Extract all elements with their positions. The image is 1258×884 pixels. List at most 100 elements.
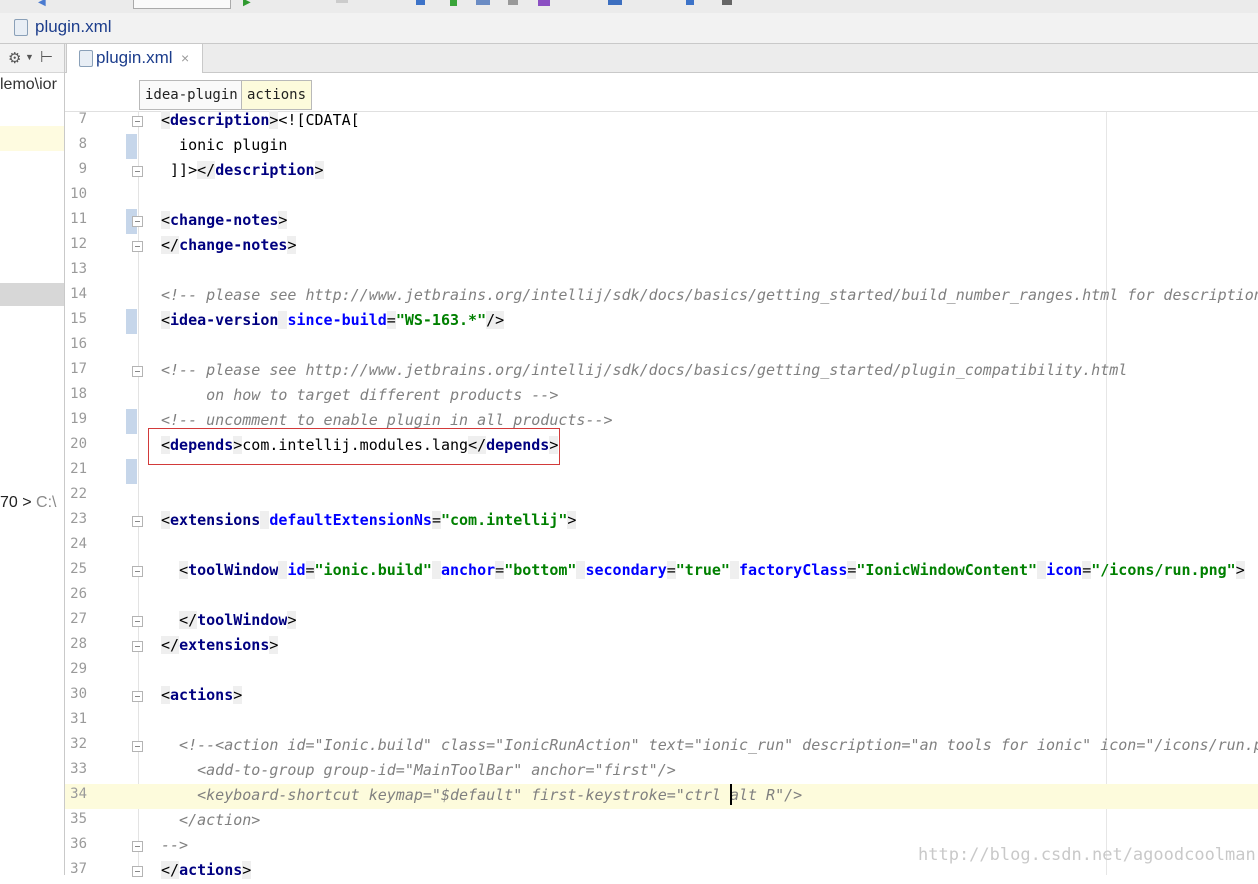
fold-toggle-icon[interactable] <box>132 866 143 877</box>
settings-icon[interactable] <box>508 0 518 5</box>
code-line[interactable]: 26 <box>65 584 1258 609</box>
code-token: "com.intellij" <box>440 511 568 529</box>
line-number: 10 <box>70 186 87 202</box>
code-line[interactable]: 14 <!-- please see http://www.jetbrains.o… <box>65 284 1258 309</box>
help-icon[interactable] <box>686 0 694 5</box>
change-marker[interactable] <box>126 134 137 159</box>
fold-toggle-icon[interactable] <box>132 841 143 852</box>
change-marker[interactable] <box>126 459 137 484</box>
project-path-text: lemo\ior <box>0 76 57 93</box>
code-token: --> <box>161 836 189 854</box>
code-line[interactable]: 30 <actions> <box>65 684 1258 709</box>
terminal-icon[interactable] <box>608 0 622 5</box>
code-line[interactable]: 31 <box>65 709 1258 734</box>
code-token: > <box>287 236 297 254</box>
line-number: 23 <box>70 511 87 527</box>
code-line[interactable]: 24 <box>65 534 1258 559</box>
code-token: id <box>287 561 306 579</box>
code-token <box>431 561 441 579</box>
code-line[interactable]: 23 <extensions defaultExtensionNs="com.in… <box>65 509 1258 534</box>
fold-toggle-icon[interactable] <box>132 516 143 527</box>
fold-toggle-icon[interactable] <box>132 216 143 227</box>
code-token: change-notes <box>170 211 279 229</box>
fold-toggle-icon[interactable] <box>132 741 143 752</box>
run-config-select[interactable] <box>133 0 231 9</box>
vcs-commit-icon[interactable] <box>450 0 457 6</box>
code-token: "WS-163.*" <box>395 311 487 329</box>
project-tree-row-highlighted[interactable] <box>0 126 64 151</box>
line-number: 33 <box>70 761 87 777</box>
line-number: 34 <box>70 786 87 802</box>
breadcrumb-idea-plugin[interactable]: idea-plugin <box>139 80 244 110</box>
code-line[interactable]: 9 ]]></description> <box>65 159 1258 184</box>
code-line[interactable]: 29 <box>65 659 1258 684</box>
line-number: 16 <box>70 336 87 352</box>
code-line[interactable]: 18 on how to target different products -… <box>65 384 1258 409</box>
change-marker[interactable] <box>126 409 137 434</box>
code-line[interactable]: 28 </extensions> <box>65 634 1258 659</box>
fold-toggle-icon[interactable] <box>132 691 143 702</box>
structure-icon[interactable] <box>476 0 490 5</box>
code-line[interactable]: 10 <box>65 184 1258 209</box>
code-token: <add-to-group group-id="MainToolBar" anc… <box>161 761 676 779</box>
nav-file-label[interactable]: plugin.xml <box>35 17 112 37</box>
fold-toggle-icon[interactable] <box>132 241 143 252</box>
fold-toggle-icon[interactable] <box>132 166 143 177</box>
line-number: 15 <box>70 311 87 327</box>
code-line[interactable]: 11 <change-notes> <box>65 209 1258 234</box>
code-token: /> <box>486 311 505 329</box>
code-line[interactable]: 15 <idea-version since-build="WS-163.*"/> <box>65 309 1258 334</box>
tab-label[interactable]: plugin.xml <box>96 48 173 68</box>
code-token: secondary <box>585 561 667 579</box>
code-token: < <box>161 511 171 529</box>
code-token: > <box>278 211 288 229</box>
code-line[interactable]: 33 <add-to-group group-id="MainToolBar" … <box>65 759 1258 784</box>
code-line[interactable]: 16 <box>65 334 1258 359</box>
stop-icon[interactable] <box>336 0 348 3</box>
code-line[interactable]: 17 <!-- please see http://www.jetbrains.o… <box>65 359 1258 384</box>
xml-file-icon <box>79 50 93 67</box>
code-token: ionic plugin <box>161 136 288 154</box>
code-line[interactable]: 7 <description><![CDATA[ <box>65 109 1258 134</box>
code-line[interactable]: 8 ionic plugin <box>65 134 1258 159</box>
close-icon[interactable]: × <box>181 50 189 66</box>
gear-icon[interactable]: ⚙ <box>8 49 21 67</box>
code-line[interactable]: 35 </action> <box>65 809 1258 834</box>
code-token: </ <box>161 861 180 879</box>
fold-toggle-icon[interactable] <box>132 616 143 627</box>
code-line[interactable]: 25 <toolWindow id="ionic.build" anchor="… <box>65 559 1258 584</box>
fold-toggle-icon[interactable] <box>132 116 143 127</box>
code-text: </actions> <box>161 859 252 884</box>
code-line[interactable]: 13 <box>65 259 1258 284</box>
chevron-down-icon[interactable]: ▼ <box>25 52 34 62</box>
change-marker[interactable] <box>126 309 137 334</box>
code-line[interactable]: 27 </toolWindow> <box>65 609 1258 634</box>
code-line[interactable]: 22 <box>65 484 1258 509</box>
vcs-update-icon[interactable] <box>416 0 425 5</box>
code-text: <!--<action id="Ionic.build" class="Ioni… <box>161 734 1258 759</box>
code-text: <extensions defaultExtensionNs="com.inte… <box>161 509 577 534</box>
run-icon[interactable]: ▶ <box>243 0 251 8</box>
print-icon[interactable] <box>722 0 732 5</box>
fold-toggle-icon[interactable] <box>132 566 143 577</box>
code-token: <!-- uncomment to enable plugin in all p… <box>161 411 613 429</box>
code-token: = <box>305 561 315 579</box>
code-text: </action> <box>161 809 260 834</box>
code-line[interactable]: 12 </change-notes> <box>65 234 1258 259</box>
code-token: < <box>161 111 171 129</box>
fold-toggle-icon[interactable] <box>132 366 143 377</box>
code-token <box>729 561 739 579</box>
back-icon[interactable]: ◀ <box>38 0 48 8</box>
code-token: </ <box>179 611 198 629</box>
plugin-icon[interactable] <box>538 0 550 6</box>
collapse-panel-icon[interactable]: ⊢ <box>40 48 53 66</box>
code-token: extensions <box>170 511 261 529</box>
code-line[interactable]: 32 <!--<action id="Ionic.build" class="I… <box>65 734 1258 759</box>
fold-toggle-icon[interactable] <box>132 641 143 652</box>
breadcrumb-actions[interactable]: actions <box>241 80 313 110</box>
project-tree-row-selected[interactable] <box>0 283 64 306</box>
code-token: toolWindow <box>188 561 279 579</box>
code-token: extensions <box>179 636 270 654</box>
code-token: factoryClass <box>739 561 848 579</box>
code-line[interactable]: 34 <keyboard-shortcut keymap="$default" … <box>65 784 1258 809</box>
